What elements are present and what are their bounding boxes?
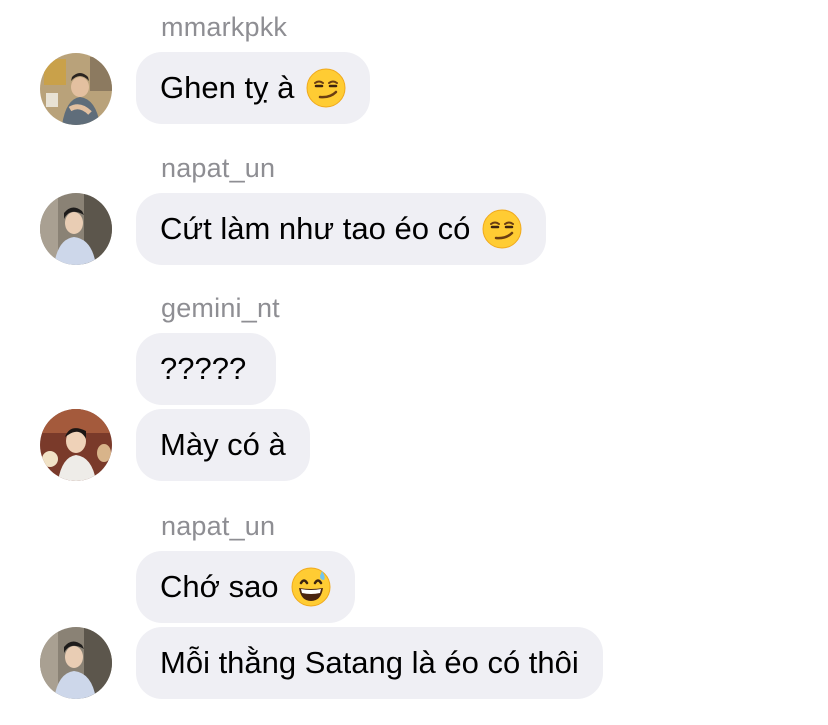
message-bubble[interactable]: ????? [136, 333, 276, 405]
message-text: Mày có à [160, 427, 286, 462]
message-bubble[interactable]: Mỗi thằng Satang là éo có thôi [136, 627, 603, 699]
avatar-napat_un[interactable] [40, 193, 112, 265]
avatar-mmarkpkk[interactable] [40, 53, 112, 125]
message-bubble[interactable]: Ghen tỵ à [136, 52, 371, 124]
avatar-napat_un[interactable] [40, 627, 112, 699]
message-text: Chớ sao [160, 569, 279, 604]
message-text: ????? [160, 351, 247, 386]
message-text: Cứt làm như tao éo có [160, 211, 471, 246]
message-bubble[interactable]: Mày có à [136, 409, 310, 481]
smirking-face-emoji [306, 68, 346, 108]
sender-name: gemini_nt [161, 293, 280, 323]
message-text: Ghen tỵ à [160, 70, 295, 105]
avatar-gemini_nt[interactable] [40, 409, 112, 481]
smirking-face-emoji [482, 209, 522, 249]
grinning-face-with-sweat-emoji [291, 567, 331, 607]
message-text: Mỗi thằng Satang là éo có thôi [160, 645, 579, 680]
sender-name: napat_un [161, 511, 276, 541]
message-bubble[interactable]: Cứt làm như tao éo có [136, 193, 547, 265]
sender-name: napat_un [161, 153, 276, 183]
sender-name: mmarkpkk [161, 12, 288, 42]
message-bubble[interactable]: Chớ sao [136, 551, 355, 623]
